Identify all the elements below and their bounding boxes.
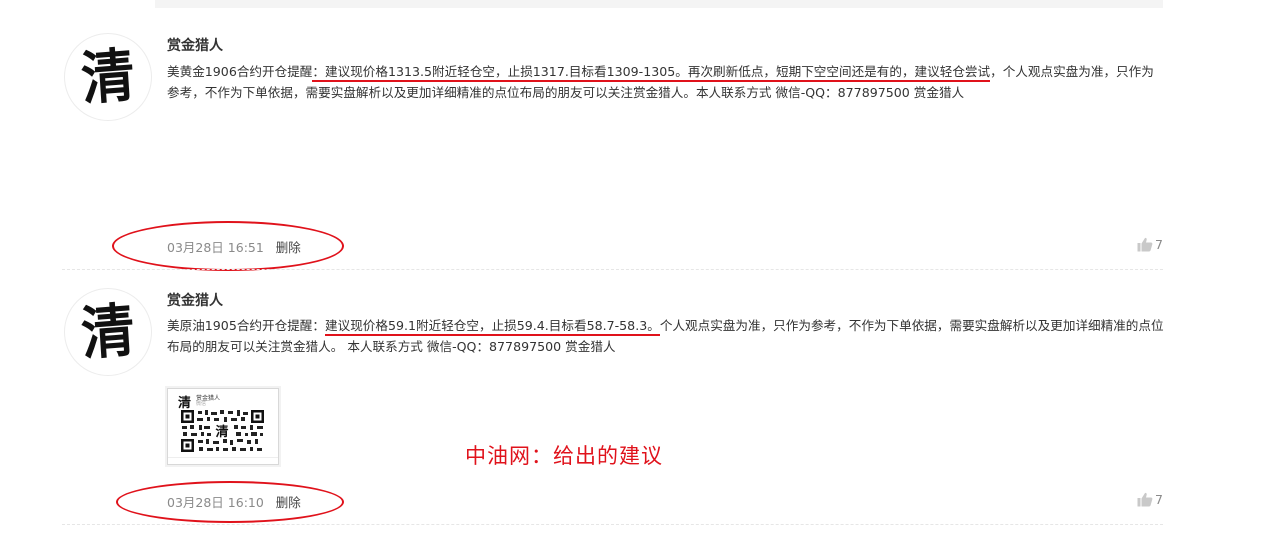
author-name[interactable]: 赏金猎人 [167, 35, 223, 55]
thumb-footer [168, 457, 278, 462]
like-count: 7 [1155, 237, 1163, 252]
annotation-circle-time-2 [116, 481, 344, 523]
avatar[interactable]: 清 [64, 33, 152, 121]
post-text-prefix: 美原油1905合约开仓提醒： [167, 318, 325, 333]
post-text-highlight-1: ：建议现价格1313.5附近轻仓空，止损1317.目标看1309-1305。再次… [312, 64, 915, 82]
svg-text:清: 清 [215, 424, 228, 440]
post-text-highlight-2: 建议轻仓尝试 [914, 64, 991, 82]
post-text: 美原油1905合约开仓提醒：建议现价格59.1附近轻仓空，止损59.4.目标看5… [167, 315, 1165, 357]
post-text: 美黄金1906合约开仓提醒：建议现价格1313.5附近轻仓空，止损1317.目标… [167, 61, 1165, 103]
annotation-circle-time-1 [112, 221, 344, 271]
post-divider [62, 269, 1163, 270]
author-name[interactable]: 赏金猎人 [167, 290, 223, 310]
avatar[interactable]: 清 [64, 288, 152, 376]
like-count: 7 [1155, 492, 1163, 507]
annotation-label: 中油网：给出的建议 [465, 444, 663, 468]
avatar-glyph: 清 [79, 41, 137, 113]
like-button[interactable]: 7 [1137, 237, 1163, 252]
post-divider [62, 524, 1163, 525]
post-text-highlight-1: 建议现价格59.1附近轻仓空，止损59.4.目标看58.7-58.3。 [325, 318, 660, 336]
qr-code-icon: 清 [180, 409, 265, 453]
thumb-subtitle: 微信 [196, 401, 207, 407]
post-image-thumbnail[interactable]: 清 赏金猎人 微信 清 [167, 388, 279, 465]
thumbs-up-icon [1137, 492, 1153, 507]
thumbs-up-icon [1137, 237, 1153, 252]
post-text-prefix: 美黄金1906合约开仓提醒 [167, 64, 313, 79]
avatar-glyph: 清 [79, 296, 137, 368]
like-button[interactable]: 7 [1137, 492, 1163, 507]
top-toolbar-strip [155, 0, 1163, 8]
